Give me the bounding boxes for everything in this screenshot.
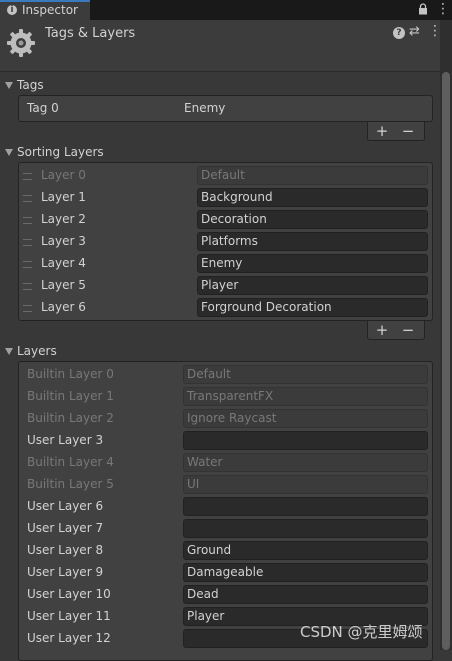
- sorting-layer-row[interactable]: Layer 4 Enemy: [19, 253, 432, 275]
- presets-icon[interactable]: ⇄: [409, 24, 420, 39]
- layer-row[interactable]: User Layer 9 Damageable: [19, 562, 432, 584]
- layer-label: User Layer 6: [27, 499, 104, 513]
- layer-row[interactable]: User Layer 10 Dead: [19, 584, 432, 606]
- add-sorting-layer-button[interactable]: +: [370, 321, 394, 339]
- remove-tag-button[interactable]: −: [396, 122, 420, 140]
- layer-name-field: TransparentFX: [183, 387, 428, 406]
- sorting-layer-name-field[interactable]: Enemy: [197, 254, 428, 273]
- layer-label: User Layer 9: [27, 565, 104, 579]
- sorting-layer-label: Layer 4: [41, 256, 86, 270]
- layer-row[interactable]: User Layer 3: [19, 430, 432, 452]
- tab-inspector[interactable]: i Inspector: [0, 0, 90, 20]
- layer-name-field: Water: [183, 453, 428, 472]
- watermark-text: CSDN @克里姆颂: [300, 623, 423, 641]
- sorting-layer-name-field[interactable]: Player: [197, 276, 428, 295]
- section-sorting-layers-header[interactable]: Sorting Layers: [0, 145, 438, 161]
- layer-label: User Layer 3: [27, 433, 104, 447]
- layer-label: User Layer 7: [27, 521, 104, 535]
- sorting-layer-name-field[interactable]: Background: [197, 188, 428, 207]
- layer-name-field: Default: [183, 365, 428, 384]
- foldout-arrow-icon: [5, 82, 13, 89]
- section-tags-header[interactable]: Tags: [0, 78, 438, 94]
- scrollbar-thumb[interactable]: [442, 72, 450, 650]
- drag-handle-icon[interactable]: [23, 217, 32, 224]
- drag-handle-icon[interactable]: [23, 195, 32, 202]
- foldout-arrow-icon: [5, 348, 13, 355]
- sorting-layer-row[interactable]: Layer 5 Player: [19, 275, 432, 297]
- section-layers-header[interactable]: Layers: [0, 344, 438, 360]
- layer-row: Builtin Layer 2 Ignore Raycast: [19, 408, 432, 430]
- drag-handle-icon[interactable]: [23, 173, 32, 180]
- sorting-layer-label: Layer 3: [41, 234, 86, 248]
- layers-list: Builtin Layer 0 Default Builtin Layer 1 …: [18, 361, 433, 661]
- sorting-layer-label: Layer 5: [41, 278, 86, 292]
- tag-value[interactable]: Enemy: [184, 101, 225, 115]
- layer-row[interactable]: User Layer 7: [19, 518, 432, 540]
- window-tab-bar: i Inspector ⋮: [0, 0, 452, 20]
- tags-list: Tag 0 Enemy: [18, 95, 433, 122]
- layer-label: Builtin Layer 5: [27, 477, 114, 491]
- tags-list-footer: + −: [367, 122, 425, 141]
- tab-label: Inspector: [22, 3, 78, 17]
- layer-label: Builtin Layer 4: [27, 455, 114, 469]
- layer-name-field[interactable]: [183, 519, 428, 538]
- help-icon[interactable]: ?: [393, 27, 405, 39]
- layer-name-field[interactable]: Ground: [183, 541, 428, 560]
- sorting-layers-list: Layer 0 Default Layer 1 Background Layer…: [18, 162, 433, 321]
- inspector-header: Tags & Layers ? ⇄ ⋮: [0, 20, 442, 72]
- layer-row[interactable]: User Layer 6: [19, 496, 432, 518]
- layer-name-field[interactable]: [183, 431, 428, 450]
- sorting-layer-name-field[interactable]: Forground Decoration: [197, 298, 428, 317]
- section-title: Layers: [17, 344, 57, 358]
- layer-label: User Layer 12: [27, 631, 111, 645]
- sorting-layer-name-field[interactable]: Decoration: [197, 210, 428, 229]
- drag-handle-icon[interactable]: [23, 305, 32, 312]
- remove-sorting-layer-button[interactable]: −: [396, 321, 420, 339]
- layer-row: Builtin Layer 0 Default: [19, 364, 432, 386]
- layer-label: User Layer 11: [27, 609, 111, 623]
- sorting-layer-label: Layer 6: [41, 300, 86, 314]
- sorting-layers-list-footer: + −: [367, 321, 425, 340]
- layer-row[interactable]: User Layer 8 Ground: [19, 540, 432, 562]
- section-title: Tags: [17, 78, 44, 92]
- layer-label: Builtin Layer 2: [27, 411, 114, 425]
- tab-menu-icon[interactable]: ⋮: [436, 2, 450, 16]
- info-icon: i: [7, 5, 17, 15]
- layer-label: Builtin Layer 0: [27, 367, 114, 381]
- drag-handle-icon[interactable]: [23, 239, 32, 246]
- foldout-arrow-icon: [5, 149, 13, 156]
- sorting-layer-label: Layer 0: [41, 168, 86, 182]
- layer-label: Builtin Layer 1: [27, 389, 114, 403]
- sorting-layer-name-field[interactable]: Platforms: [197, 232, 428, 251]
- layer-label: User Layer 10: [27, 587, 111, 601]
- layer-name-field: Ignore Raycast: [183, 409, 428, 428]
- layer-name-field: UI: [183, 475, 428, 494]
- sorting-layer-row[interactable]: Layer 3 Platforms: [19, 231, 432, 253]
- tag-row[interactable]: Tag 0 Enemy: [19, 98, 432, 120]
- sorting-layer-row[interactable]: Layer 1 Background: [19, 187, 432, 209]
- vertical-scrollbar[interactable]: [440, 20, 452, 650]
- add-tag-button[interactable]: +: [370, 122, 394, 140]
- layer-label: User Layer 8: [27, 543, 104, 557]
- layer-row: Builtin Layer 1 TransparentFX: [19, 386, 432, 408]
- sorting-layer-name-field: Default: [197, 166, 428, 185]
- sorting-layer-label: Layer 1: [41, 190, 86, 204]
- layer-name-field[interactable]: Dead: [183, 585, 428, 604]
- layer-row: Builtin Layer 5 UI: [19, 474, 432, 496]
- layer-name-field[interactable]: Damageable: [183, 563, 428, 582]
- gear-icon: [7, 29, 35, 57]
- lock-icon[interactable]: [418, 3, 428, 15]
- drag-handle-icon[interactable]: [23, 261, 32, 268]
- sorting-layer-row[interactable]: Layer 6 Forground Decoration: [19, 297, 432, 319]
- sorting-layer-label: Layer 2: [41, 212, 86, 226]
- sorting-layer-row[interactable]: Layer 2 Decoration: [19, 209, 432, 231]
- page-title: Tags & Layers: [45, 26, 136, 41]
- sorting-layer-row[interactable]: Layer 0 Default: [19, 165, 432, 187]
- drag-handle-icon[interactable]: [23, 283, 32, 290]
- layer-row: Builtin Layer 4 Water: [19, 452, 432, 474]
- layer-name-field[interactable]: [183, 497, 428, 516]
- section-title: Sorting Layers: [17, 145, 104, 159]
- tag-label: Tag 0: [27, 101, 59, 115]
